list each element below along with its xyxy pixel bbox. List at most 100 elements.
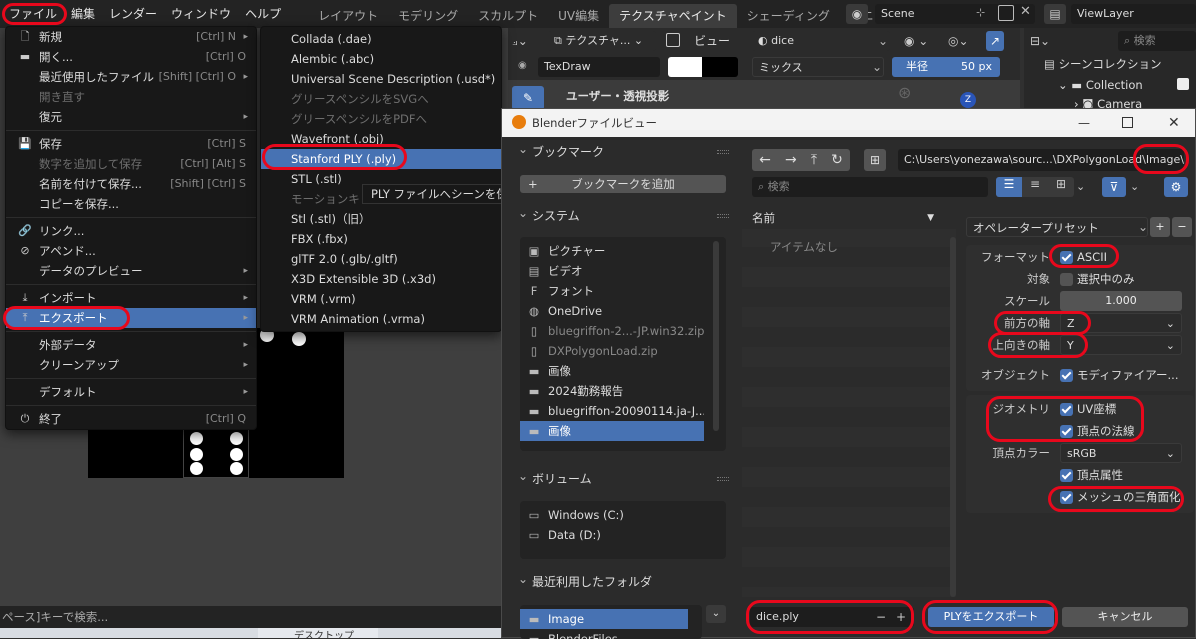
bookmarks-header[interactable]: ブックマーク — [510, 138, 735, 163]
thumbnail-view-icon[interactable]: ⊞ — [1048, 177, 1074, 197]
menu-1[interactable]: 編集 — [64, 3, 102, 25]
viewlayer-icon[interactable]: ▤ — [1044, 4, 1066, 24]
normals-checkbox[interactable]: 頂点の法線 — [1060, 421, 1135, 441]
export-menu-item[interactable]: Alembic (.abc) — [261, 49, 501, 69]
forward-axis-dropdown[interactable]: Z ⌄ — [1060, 313, 1182, 333]
export-menu-item[interactable]: glTF 2.0 (.glb/.gltf) — [261, 249, 501, 269]
scene-icon[interactable]: ◉ — [846, 4, 868, 24]
z-axis-icon[interactable]: Z — [960, 92, 976, 108]
close-icon[interactable]: ✕ — [1020, 4, 1031, 19]
radius-slider[interactable]: 半径 50 px — [892, 57, 1000, 77]
file-menu-item[interactable]: 数字を追加して保存 [Ctrl] [Alt] S — [6, 154, 256, 174]
path-field[interactable]: C:\Users\yonezawa\sourc...\DXPolygonLoad… — [898, 149, 1184, 171]
export-menu-item[interactable]: グリースペンシルをPDFへ — [261, 109, 501, 129]
close-icon[interactable]: ✕ — [1168, 109, 1180, 137]
menu-4[interactable]: ヘルプ — [238, 3, 288, 25]
menu-0[interactable]: ファイル — [2, 3, 64, 25]
file-menu-item[interactable]: ⤓ インポート ▸ — [6, 288, 256, 308]
decrement-icon[interactable]: − — [876, 607, 886, 627]
remove-preset-button[interactable]: − — [1172, 217, 1192, 237]
export-menu-item[interactable]: FBX (.fbx) — [261, 229, 501, 249]
tab-workspace-2[interactable]: スカルプト — [468, 4, 548, 28]
draw-tool-icon[interactable]: ✎ — [512, 86, 544, 110]
editor-type-icon[interactable]: ⟓⌄ — [512, 31, 542, 51]
file-menu-item[interactable]: ▬ 開く... [Ctrl] O — [6, 47, 256, 67]
file-menu-item[interactable]: 復元 ▸ — [6, 107, 256, 127]
list-view-icon[interactable]: ☰ — [996, 177, 1022, 197]
system-item[interactable]: ◍ OneDrive — [520, 301, 704, 321]
export-menu-item[interactable]: VRM Animation (.vrma) — [261, 309, 501, 329]
collection-item[interactable]: ⌄ ▬ Collection — [1058, 77, 1143, 93]
system-item[interactable]: ▬ 画像 — [520, 421, 704, 441]
mode-dropdown[interactable]: ⧉ テクスチャ... ⌄ — [548, 31, 656, 51]
preset-dropdown[interactable]: オペレータープリセット — [966, 217, 1148, 237]
system-item[interactable]: ▤ ビデオ — [520, 261, 704, 281]
add-bookmark-button[interactable]: + ブックマークを追加 — [520, 175, 726, 193]
column-header-name[interactable]: 名前 ▼ — [742, 207, 956, 229]
uv-checkbox[interactable]: UV座標 — [1060, 399, 1116, 419]
file-menu-item[interactable]: 開き直す — [6, 87, 256, 107]
gear-icon[interactable]: ⚙ — [1164, 177, 1188, 197]
file-menu-item[interactable]: 💾 保存 [Ctrl] S — [6, 134, 256, 154]
stencil-icon[interactable] — [666, 33, 680, 47]
system-item[interactable]: ▯ bluegriffon-2...-JP.win32.zip — [520, 321, 704, 341]
outliner-type-icon[interactable]: ⊟⌄ — [1030, 31, 1050, 51]
volumes-header[interactable]: ボリューム — [510, 465, 735, 490]
export-menu-item[interactable]: グリースペンシルをSVGへ — [261, 89, 501, 109]
maximize-icon[interactable] — [1122, 117, 1133, 128]
new-scene-icon[interactable] — [998, 5, 1014, 21]
collection-checkbox[interactable] — [1177, 78, 1189, 90]
gizmo-icon[interactable]: ↗ — [986, 31, 1004, 51]
secondary-color-swatch[interactable] — [702, 57, 738, 77]
file-menu-item[interactable]: 名前を付けて保存... [Shift] [Ctrl] S — [6, 174, 256, 194]
volume-item[interactable]: ▭ Data (D:) — [520, 525, 726, 545]
ascii-checkbox[interactable]: ASCII — [1060, 247, 1107, 267]
pin-icon[interactable]: ⊹ — [976, 6, 985, 19]
cancel-button[interactable]: キャンセル — [1062, 607, 1188, 627]
scrollbar[interactable] — [713, 241, 719, 431]
brush-field[interactable]: TexDraw — [538, 57, 660, 77]
minimize-icon[interactable]: — — [1078, 109, 1090, 137]
export-menu-item[interactable]: Universal Scene Description (.usd*) — [261, 69, 501, 89]
tab-workspace-1[interactable]: モデリング — [388, 4, 468, 28]
menu-2[interactable]: レンダー — [102, 3, 164, 25]
menu-3[interactable]: ウィンドウ — [164, 3, 238, 25]
parent-icon[interactable]: ⤒ — [811, 149, 817, 171]
vertex-color-dropdown[interactable]: sRGB ⌄ — [1060, 443, 1182, 463]
system-header[interactable]: システム — [510, 202, 735, 227]
export-menu-item[interactable]: Collada (.dae) — [261, 29, 501, 49]
blend-dropdown[interactable]: ミックス — [752, 57, 884, 77]
file-menu-item[interactable]: ⤒ エクスポート ▸ — [6, 308, 256, 328]
desktop-item[interactable]: デスクトップ — [258, 628, 378, 638]
file-menu-item[interactable]: ⏻ 終了 [Ctrl] Q — [6, 409, 256, 429]
filename-field[interactable]: dice.ply — [750, 607, 914, 627]
file-menu-item[interactable]: 🔗 リンク... — [6, 221, 256, 241]
system-item[interactable]: ▣ ピクチャー — [520, 241, 704, 261]
volume-item[interactable]: ▭ Windows (C:) — [520, 505, 726, 525]
recent-item[interactable]: ▬ Image — [520, 609, 688, 629]
filter-icon[interactable]: ⊽ — [1102, 177, 1126, 197]
scrollbar[interactable] — [950, 237, 956, 597]
texture-dropdown[interactable]: ◐ dice — [752, 31, 890, 51]
viewlayer-field[interactable]: ViewLayer — [1071, 4, 1196, 24]
up-axis-dropdown[interactable]: Y ⌄ — [1060, 335, 1182, 355]
vertex-attributes-checkbox[interactable]: 頂点属性 — [1060, 465, 1123, 485]
outliner-search[interactable]: ⌕ 検索 — [1118, 31, 1196, 51]
new-folder-icon[interactable]: ⊞ — [864, 149, 886, 171]
navigation-gizmo-icon[interactable]: ⊛ — [898, 83, 911, 102]
file-menu-item[interactable]: 外部データ ▸ — [6, 335, 256, 355]
selected-only-checkbox[interactable]: 選択中のみ — [1060, 269, 1135, 289]
forward-icon[interactable]: → — [785, 149, 797, 171]
back-icon[interactable]: ← — [759, 149, 771, 171]
system-item[interactable]: F フォント — [520, 281, 704, 301]
compact-view-icon[interactable]: ≡ — [1022, 177, 1048, 197]
scene-collection[interactable]: ▤ シーンコレクション — [1044, 56, 1161, 72]
file-menu-item[interactable]: クリーンアップ ▸ — [6, 355, 256, 375]
file-menu-item[interactable]: デフォルト ▸ — [6, 382, 256, 402]
export-ply-button[interactable]: PLYをエクスポート — [928, 607, 1054, 627]
visibility-icon[interactable]: ◎⌄ — [948, 31, 969, 51]
brush-icon[interactable]: ◉ — [518, 60, 530, 72]
export-menu-item[interactable]: Wavefront (.obj) — [261, 129, 501, 149]
chevron-down-icon[interactable]: ⌄ — [1076, 177, 1085, 197]
scale-field[interactable]: 1.000 — [1060, 291, 1182, 311]
